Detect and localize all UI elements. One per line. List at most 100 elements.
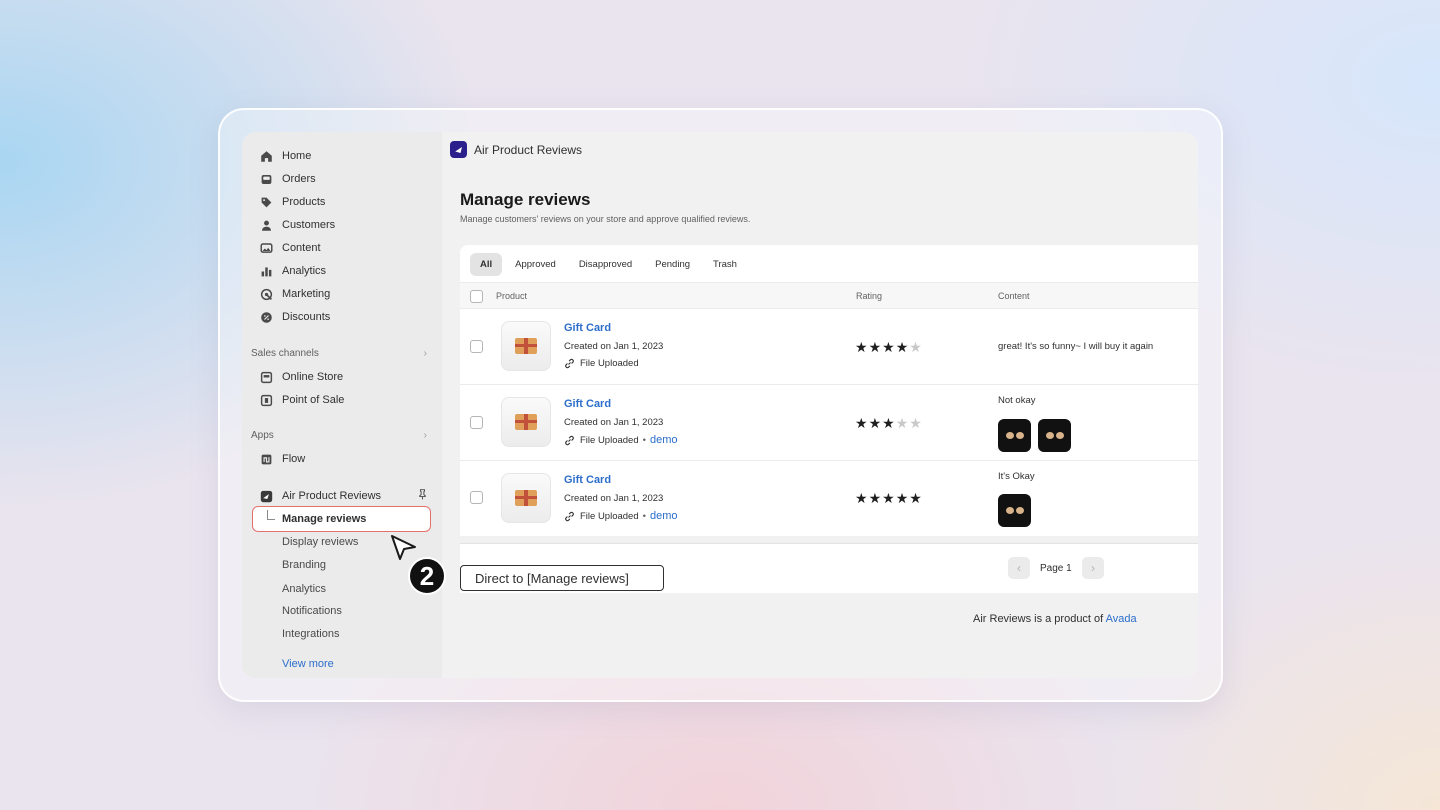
chevron-right-icon: › — [423, 430, 427, 441]
tab-approved[interactable]: Approved — [505, 253, 566, 276]
sidebar-subitem-integrations[interactable]: Integrations — [282, 628, 339, 640]
sidebar-item-label: Online Store — [282, 371, 344, 383]
person-icon — [260, 219, 273, 232]
tag-icon — [260, 196, 273, 209]
table-row[interactable]: Gift Card Created on Jan 1, 2023 File Up… — [460, 385, 1198, 461]
product-name-link[interactable]: Gift Card — [564, 322, 611, 334]
star-filled-icon: ★ — [895, 339, 909, 355]
sidebar-item-point-of-sale[interactable]: Point of Sale — [260, 390, 344, 410]
store-icon — [260, 371, 273, 384]
sidebar: Home Orders Products Customers Content A… — [242, 132, 442, 678]
demo-link[interactable]: demo — [650, 510, 678, 522]
star-empty-icon: ★ — [909, 415, 922, 431]
sidebar-item-air-product-reviews[interactable]: Air Product Reviews — [260, 486, 428, 506]
sidebar-item-label: Air Product Reviews — [282, 490, 382, 502]
sales-channels-label: Sales channels — [251, 348, 319, 359]
sidebar-item-label: Customers — [282, 219, 336, 231]
bar-chart-icon — [260, 265, 273, 278]
sidebar-item-analytics[interactable]: Analytics — [260, 261, 326, 281]
product-thumbnail — [501, 397, 551, 447]
separator-dot: • — [642, 434, 646, 446]
row-checkbox[interactable] — [470, 340, 483, 353]
avada-link[interactable]: Avada — [1106, 613, 1137, 625]
mouse-cursor-icon — [391, 535, 416, 560]
table-row[interactable]: Gift Card Created on Jan 1, 2023 File Up… — [460, 461, 1198, 537]
link-icon — [565, 358, 574, 369]
step-tooltip: Direct to [Manage reviews] — [460, 565, 664, 591]
table-row[interactable]: Gift Card Created on Jan 1, 2023 File Up… — [460, 309, 1198, 385]
tab-pending[interactable]: Pending — [645, 253, 700, 276]
sidebar-item-orders[interactable]: Orders — [260, 169, 316, 189]
tab-all[interactable]: All — [470, 253, 503, 276]
previous-page-button[interactable]: ‹ — [1008, 557, 1030, 579]
review-media-thumbnail[interactable] — [1038, 419, 1071, 452]
sidebar-item-label: Flow — [282, 453, 306, 465]
app-title: Air Product Reviews — [474, 142, 583, 157]
target-icon — [260, 288, 273, 301]
file-status: File Uploaded • demo — [564, 434, 677, 446]
review-content: great! It's so funny~ I will buy it agai… — [998, 341, 1154, 352]
gift-box-icon — [515, 338, 537, 354]
sidebar-item-label: Marketing — [282, 288, 331, 300]
page-title: Manage reviews — [460, 190, 591, 209]
product-name-link[interactable]: Gift Card — [564, 474, 611, 486]
gift-box-icon — [515, 490, 537, 506]
footer-text: Air Reviews is a product of — [973, 613, 1104, 625]
sidebar-subitem-manage-reviews[interactable]: Manage reviews — [252, 506, 431, 532]
sidebar-item-label: Analytics — [282, 265, 327, 277]
row-checkbox[interactable] — [470, 491, 483, 504]
created-date: Created on Jan 1, 2023 — [564, 417, 664, 428]
apps-header[interactable]: Apps › — [251, 430, 427, 441]
star-filled-icon: ★ — [855, 415, 868, 431]
sidebar-item-label: Discounts — [282, 311, 331, 323]
file-status: File Uploaded • demo — [564, 510, 677, 522]
star-filled-icon: ★ — [882, 490, 895, 506]
column-header-rating[interactable]: Rating — [856, 291, 882, 301]
column-header-product[interactable]: Product — [496, 291, 527, 301]
air-reviews-app-icon — [260, 490, 273, 503]
pin-icon[interactable] — [417, 489, 428, 503]
select-all-checkbox[interactable] — [470, 290, 483, 303]
sidebar-subitem-branding[interactable]: Branding — [282, 559, 326, 571]
sidebar-item-marketing[interactable]: Marketing — [260, 284, 330, 304]
star-empty-icon: ★ — [909, 339, 922, 355]
star-filled-icon: ★ — [868, 415, 882, 431]
air-reviews-logo-icon — [450, 141, 467, 158]
sidebar-item-home[interactable]: Home — [260, 146, 311, 166]
star-filled-icon: ★ — [882, 415, 895, 431]
sidebar-item-discounts[interactable]: Discounts — [260, 307, 330, 327]
rating-stars: ★ ★ ★ ★ ★ — [855, 340, 922, 354]
sidebar-item-customers[interactable]: Customers — [260, 215, 335, 235]
image-icon — [260, 242, 273, 255]
star-filled-icon: ★ — [895, 490, 909, 506]
column-header-content[interactable]: Content — [998, 291, 1030, 301]
file-status: File Uploaded — [564, 358, 639, 369]
discount-icon — [260, 311, 273, 324]
tab-disapproved[interactable]: Disapproved — [569, 253, 642, 276]
review-media-thumbnail[interactable] — [998, 419, 1031, 452]
link-icon — [565, 511, 574, 521]
sidebar-subitem-display-reviews[interactable]: Display reviews — [282, 536, 358, 548]
filter-tabs: All Approved Disapproved Pending Trash — [470, 253, 750, 276]
sidebar-subitem-notifications[interactable]: Notifications — [282, 605, 342, 617]
demo-link[interactable]: demo — [650, 434, 678, 446]
view-more-link[interactable]: View more — [282, 658, 334, 670]
sidebar-item-products[interactable]: Products — [260, 192, 325, 212]
review-media-thumbnail[interactable] — [998, 494, 1031, 527]
file-status-label: File Uploaded — [580, 510, 639, 522]
sidebar-item-content[interactable]: Content — [260, 238, 321, 258]
sidebar-item-online-store[interactable]: Online Store — [260, 367, 343, 387]
pos-icon — [260, 394, 273, 407]
sales-channels-header[interactable]: Sales channels › — [251, 348, 427, 359]
created-date: Created on Jan 1, 2023 — [564, 493, 664, 504]
tab-trash[interactable]: Trash — [703, 253, 747, 276]
sidebar-subitem-analytics[interactable]: Analytics — [282, 583, 326, 595]
sidebar-item-flow[interactable]: Flow — [260, 449, 305, 469]
row-checkbox[interactable] — [470, 416, 483, 429]
review-content: Not okay — [998, 395, 1036, 406]
star-filled-icon: ★ — [855, 490, 868, 506]
sidebar-item-label: Content — [282, 242, 321, 254]
product-name-link[interactable]: Gift Card — [564, 398, 611, 410]
next-page-button[interactable]: › — [1082, 557, 1104, 579]
app-screen: Home Orders Products Customers Content A… — [242, 132, 1198, 678]
